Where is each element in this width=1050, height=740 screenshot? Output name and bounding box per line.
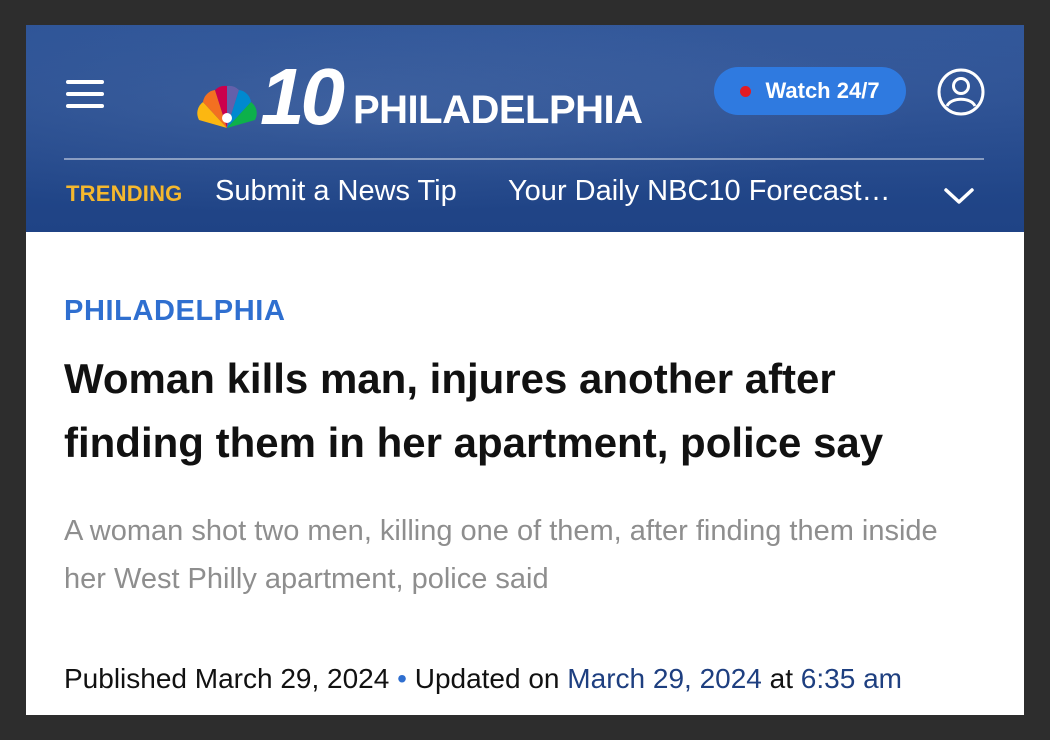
published-label: Published: [64, 663, 187, 694]
updated-date: March 29, 2024: [567, 663, 762, 694]
watch-live-button[interactable]: Watch 24/7: [714, 67, 906, 115]
live-dot-icon: [740, 85, 752, 97]
menu-icon[interactable]: [66, 80, 104, 108]
article-dateline: Published March 29, 2024 • Updated on Ma…: [64, 663, 902, 695]
chevron-down-icon[interactable]: [942, 185, 976, 207]
logo-city: PHILADELPHIA: [352, 88, 643, 132]
article-section-label[interactable]: PHILADELPHIA: [64, 295, 286, 328]
screenshot-frame: 10 PHILADELPHIA Watch 24/7 TRENDING Subm…: [26, 25, 1024, 715]
trending-bar: TRENDING Submit a News Tip Your Daily NB…: [66, 173, 986, 213]
header-divider: [64, 158, 984, 160]
trending-label: TRENDING: [66, 181, 183, 206]
watch-live-label: Watch 24/7: [765, 78, 880, 103]
user-account-icon[interactable]: [936, 67, 986, 117]
article-headline: Woman kills man, injures another after f…: [64, 355, 884, 466]
updated-time: 6:35 am: [800, 663, 902, 694]
trending-link-news-tip[interactable]: Submit a News Tip: [215, 175, 457, 208]
dateline-separator: •: [397, 663, 407, 694]
logo-number: 10: [260, 52, 345, 141]
site-header: 10 PHILADELPHIA Watch 24/7 TRENDING Subm…: [26, 25, 1024, 232]
at-label: at: [769, 663, 794, 694]
trending-link-forecast[interactable]: Your Daily NBC10 Forecast…: [508, 175, 891, 208]
updated-label: Updated on: [414, 663, 560, 694]
article-summary: A woman shot two men, killing one of the…: [64, 515, 938, 595]
nbc-peacock-logo: [197, 85, 257, 128]
published-date: March 29, 2024: [194, 663, 390, 694]
site-logo[interactable]: 10 PHILADELPHIA: [196, 52, 643, 141]
